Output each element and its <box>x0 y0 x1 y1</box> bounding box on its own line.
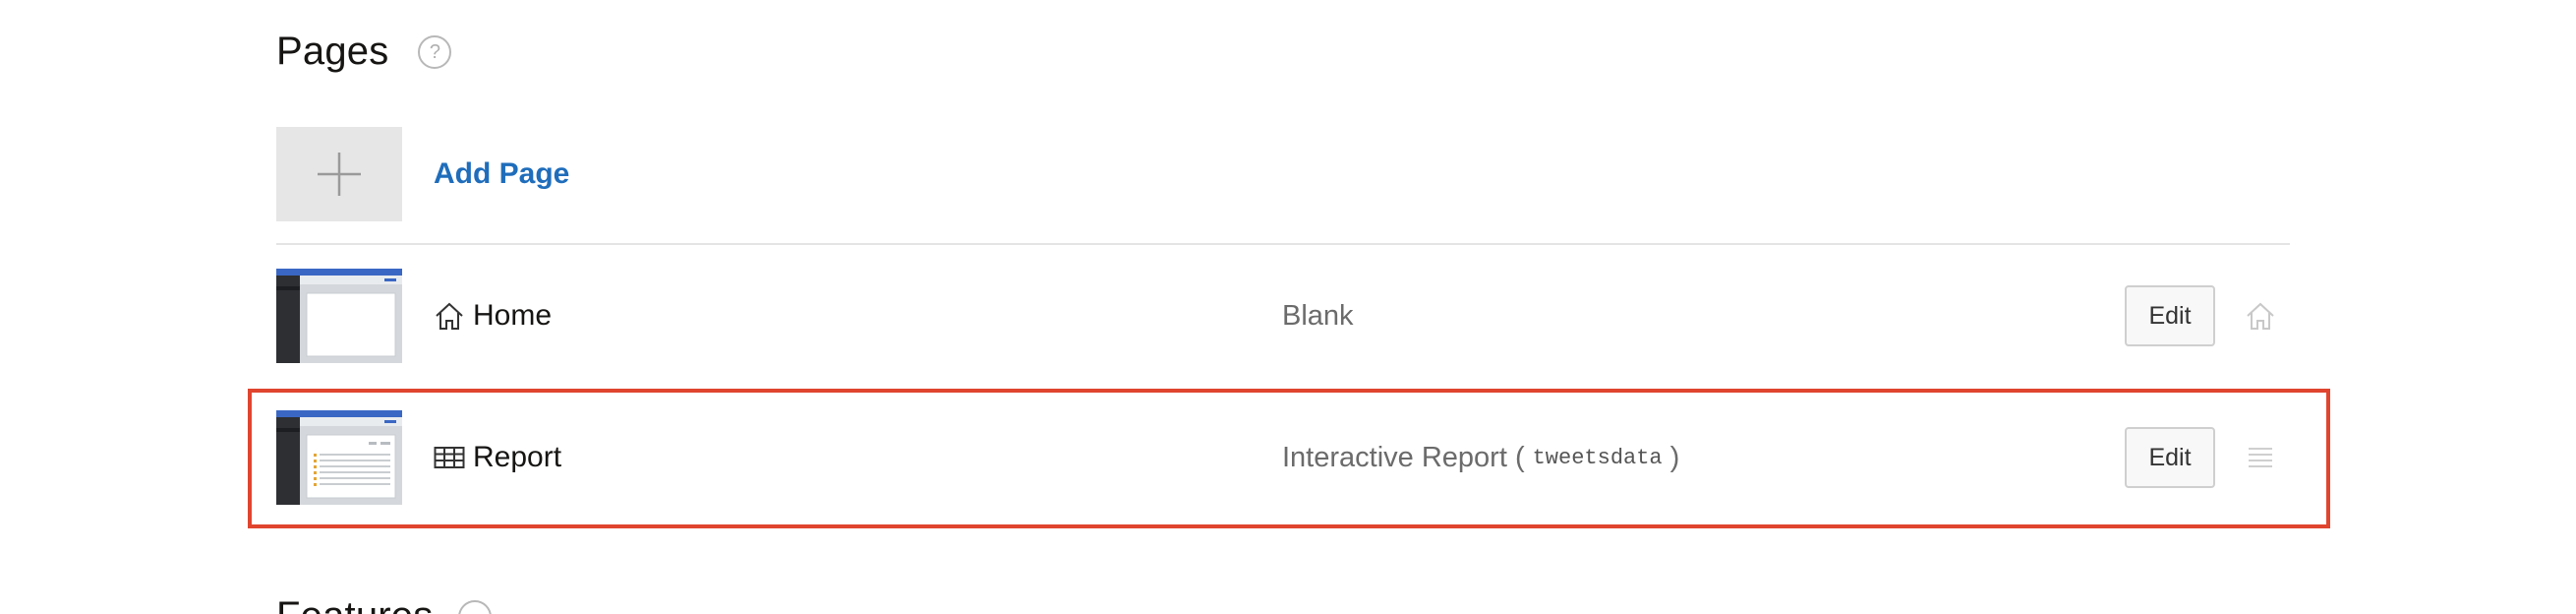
table-icon <box>434 446 465 469</box>
help-icon[interactable]: ? <box>418 34 452 69</box>
add-page-tile[interactable] <box>276 127 402 221</box>
edit-button-home[interactable]: Edit <box>2125 285 2215 346</box>
page-type-source-table: tweetsdata <box>1532 445 1663 470</box>
page-name-label: Report <box>473 441 562 473</box>
page-type-label: Interactive Report ( <box>1282 441 1525 473</box>
page-name-label: Home <box>473 299 553 332</box>
home-icon <box>434 301 465 331</box>
page-name-report: Report <box>434 410 561 505</box>
page-name-home: Home <box>434 269 552 363</box>
create-app-pages-panel: Pages ? Add Page Home Blank Edit Report … <box>0 0 2576 614</box>
page-type-report: Interactive Report ( tweetsdata ) <box>1282 410 1679 505</box>
page-type-home: Blank <box>1282 269 1354 363</box>
add-page-row: Add Page <box>276 127 569 221</box>
home-page-indicator-icon <box>2243 298 2278 334</box>
pages-section-header: Pages ? <box>276 30 452 74</box>
divider <box>276 243 2290 245</box>
edit-button-report[interactable]: Edit <box>2125 427 2215 488</box>
drag-handle-icon[interactable] <box>2243 440 2278 475</box>
page-thumbnail-report <box>276 410 402 505</box>
features-section-title: Features <box>276 594 433 614</box>
page-row-report: Report Interactive Report ( tweetsdata )… <box>276 410 2290 505</box>
add-page-link[interactable]: Add Page <box>434 157 569 191</box>
plus-icon <box>318 153 361 196</box>
page-thumbnail-blank <box>276 269 402 363</box>
help-icon[interactable] <box>458 599 493 614</box>
page-type-label: Blank <box>1282 299 1354 332</box>
pages-section-title: Pages <box>276 30 389 73</box>
features-section-header: Features <box>276 594 493 614</box>
page-row-home: Home Blank Edit <box>276 269 2290 363</box>
page-type-suffix: ) <box>1669 441 1680 473</box>
